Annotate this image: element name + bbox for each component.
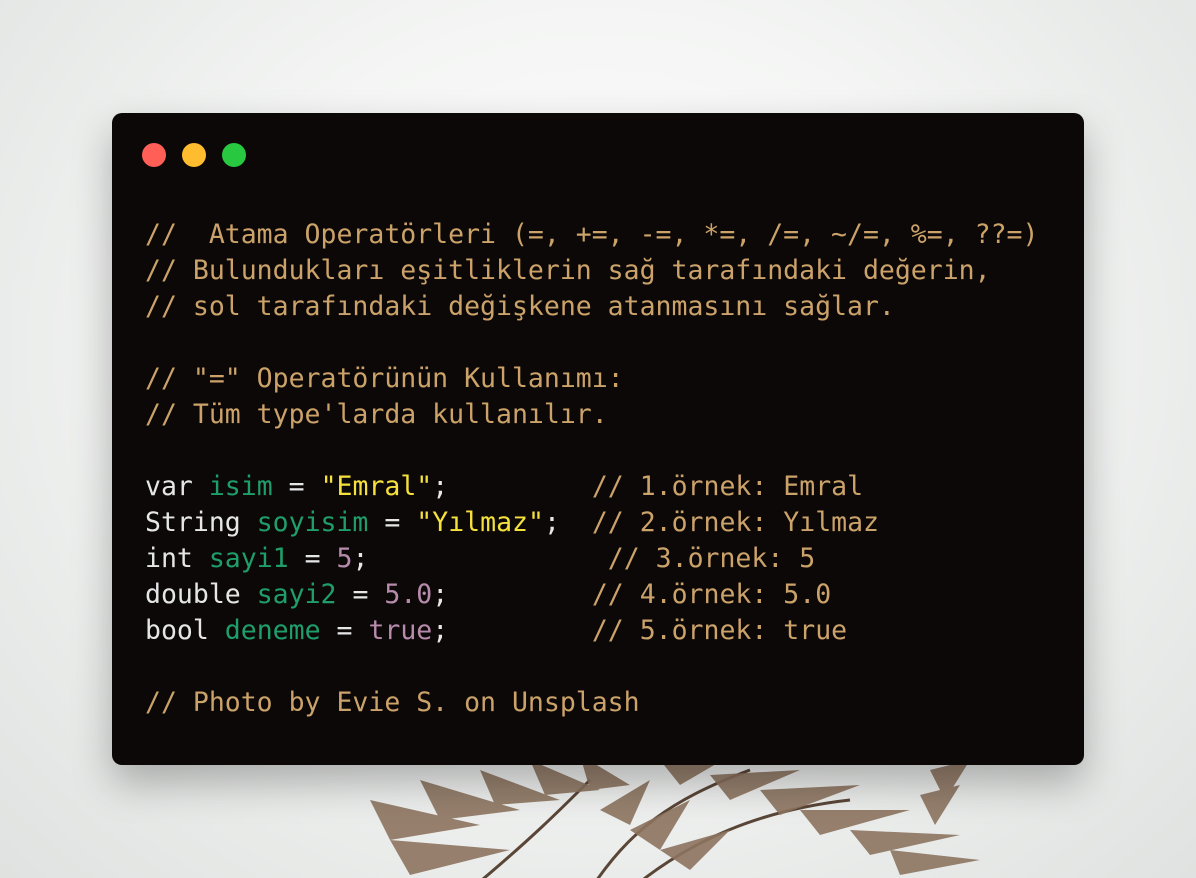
assigned-value: true: [368, 615, 433, 646]
minimize-button[interactable]: [182, 143, 206, 167]
variable-name: isim: [208, 471, 273, 502]
code-statement-line: double sayi2 = 5.0; // 4.örnek: 5.0: [145, 577, 1038, 613]
semicolon: ;: [432, 579, 449, 610]
variable-name: sayi2: [256, 579, 337, 610]
code-comment-line: // "=" Operatörünün Kullanımı:: [145, 363, 624, 394]
window-controls: [142, 143, 246, 167]
code-comment-line: // Tüm type'larda kullanılır.: [145, 399, 608, 430]
assignment-operator: =: [288, 471, 305, 502]
inline-comment: // 2.örnek: Yılmaz: [591, 507, 880, 538]
inline-comment: // 4.örnek: 5.0: [591, 579, 832, 610]
semicolon: ;: [432, 471, 449, 502]
code-comment-line: // Atama Operatörleri (=, +=, -=, *=, /=…: [145, 219, 1039, 250]
close-button[interactable]: [142, 143, 166, 167]
assigned-value: 5: [336, 543, 353, 574]
inline-comment: // 3.örnek: 5: [607, 543, 816, 574]
code-window: // Atama Operatörleri (=, +=, -=, *=, /=…: [112, 113, 1084, 765]
inline-comment: // 1.örnek: Emral: [591, 471, 864, 502]
code-comment-line: // Bulundukları eşitliklerin sağ tarafın…: [145, 255, 991, 286]
code-comment-line: // sol tarafındaki değişkene atanmasını …: [145, 291, 895, 322]
code-statement-line: String soyisim = "Yılmaz"; // 2.örnek: Y…: [145, 505, 1038, 541]
assigned-value: "Yılmaz": [416, 507, 544, 538]
statement-block: var isim = "Emral"; // 1.örnek: Emral Str…: [145, 469, 1038, 649]
variable-name: deneme: [224, 615, 321, 646]
type-keyword: double: [145, 579, 241, 610]
variable-name: sayi1: [208, 543, 289, 574]
assignment-operator: =: [336, 615, 353, 646]
code-editor: // Atama Operatörleri (=, +=, -=, *=, /=…: [145, 217, 1038, 721]
code-statement-line: var isim = "Emral"; // 1.örnek: Emral: [145, 469, 1038, 505]
assignment-operator: =: [352, 579, 369, 610]
assignment-operator: =: [384, 507, 401, 538]
semicolon: ;: [543, 507, 560, 538]
code-statement-line: int sayi1 = 5; // 3.örnek: 5: [145, 541, 1038, 577]
semicolon: ;: [432, 615, 449, 646]
type-keyword: String: [145, 507, 241, 538]
assigned-value: 5.0: [384, 579, 433, 610]
inline-comment: // 5.örnek: true: [591, 615, 848, 646]
assigned-value: "Emral": [320, 471, 433, 502]
type-keyword: var: [145, 471, 193, 502]
photo-credit-comment: // Photo by Evie S. on Unsplash: [145, 687, 640, 718]
code-statement-line: bool deneme = true; // 5.örnek: true: [145, 613, 1038, 649]
semicolon: ;: [352, 543, 369, 574]
type-keyword: bool: [145, 615, 209, 646]
zoom-button[interactable]: [222, 143, 246, 167]
variable-name: soyisim: [256, 507, 369, 538]
assignment-operator: =: [304, 543, 321, 574]
type-keyword: int: [145, 543, 193, 574]
